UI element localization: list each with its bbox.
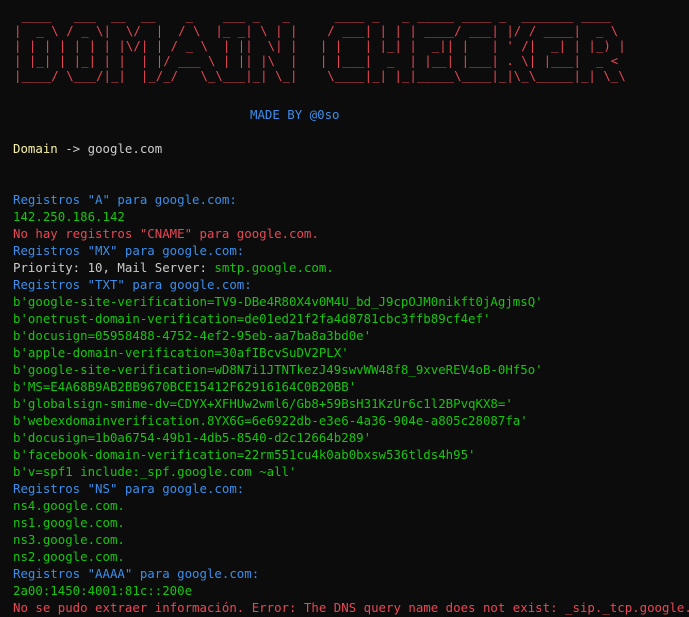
mx-record: Priority: 10, Mail Server: smtp.google.c… (13, 259, 334, 276)
ns-record: ns1.google.com. (13, 515, 125, 530)
mx-priority-label: Priority: 10, Mail Server: (13, 260, 215, 275)
txt-record: b'apple-domain-verification=30afIBcvSuDV… (13, 345, 349, 360)
prompt-arrow: -> (57, 141, 88, 156)
txt-records-header: Registros "TXT" para google.com: (13, 277, 252, 292)
txt-record: b'facebook-domain-verification=22rm551cu… (13, 447, 476, 462)
banner-line: |____/ \___/|_| |_/_/ \_\___|_| \_| \___… (14, 68, 626, 83)
txt-record: b'v=spf1 include:_spf.google.com ~all' (13, 464, 297, 479)
a-record-value: 142.250.186.142 (13, 209, 125, 224)
banner-line: | | | | | | | |\/| | / _ \ | || \| | | |… (14, 38, 626, 53)
txt-record: b'onetrust-domain-verification=de01ed21f… (13, 311, 491, 326)
mx-records-header: Registros "MX" para google.com: (13, 243, 245, 258)
txt-record: b'docusign=05958488-4752-4ef2-95eb-aa7ba… (13, 328, 372, 343)
txt-record: b'MS=E4A68B9AB2BB9670BCE15412F62916164C0… (13, 379, 357, 394)
aaaa-record-value: 2a00:1450:4001:81c::200e (13, 583, 193, 598)
txt-record: b'google-site-verification=wD8N7i1JTNTke… (13, 362, 543, 377)
ascii-banner: ____ ___ __ __ _ ___ _ _ ____ _ _ _____ … (14, 8, 626, 83)
domain-prompt: Domain -> google.com (13, 140, 162, 157)
cname-error-message: No hay registros "CNAME" para google.com… (13, 226, 319, 241)
a-records-header: Registros "A" para google.com: (13, 192, 237, 207)
banner-line: ____ ___ __ __ _ ___ _ _ ____ _ _ _____ … (14, 8, 626, 23)
txt-record: b'webexdomainverification.8YX6G=6e6922db… (13, 413, 528, 428)
ns-record: ns4.google.com. (13, 498, 125, 513)
txt-record: b'google-site-verification=TV9-DBe4R80X4… (13, 294, 543, 309)
prompt-input-value[interactable]: google.com (88, 141, 163, 156)
txt-record: b'docusign=1b0a6754-49b1-4db5-8540-d2c12… (13, 430, 372, 445)
aaaa-records-header: Registros "AAAA" para google.com: (13, 566, 260, 581)
banner-line: | |_| | |_| | | | |/ ___ \ | || |\ | | |… (14, 53, 626, 68)
terminal-window[interactable]: ____ ___ __ __ _ ___ _ _ ____ _ _ _____ … (0, 0, 689, 617)
ns-records-header: Registros "NS" para google.com: (13, 481, 245, 496)
ns-record: ns2.google.com. (13, 549, 125, 564)
made-by-credit: MADE BY @0so (250, 107, 340, 122)
ns-record: ns3.google.com. (13, 532, 125, 547)
prompt-label: Domain (13, 141, 58, 156)
mx-server-value: smtp.google.com. (214, 260, 334, 275)
srv-error-message: No se pudo extraer información. Error: T… (13, 600, 689, 615)
txt-record: b'globalsign-smime-dv=CDYX+XFHUw2wml6/Gb… (13, 396, 513, 411)
banner-line: | _ \ / _ \| \/ | / \ |_ _| \ | | / ___|… (14, 23, 626, 38)
